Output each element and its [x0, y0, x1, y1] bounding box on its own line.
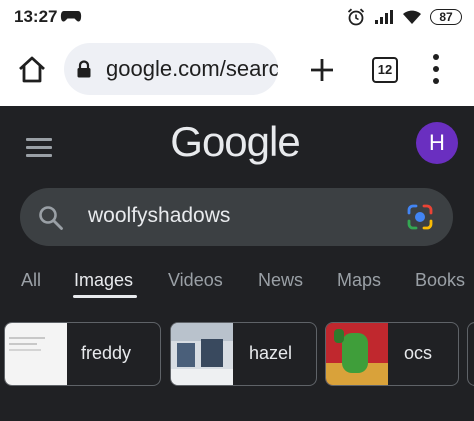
- browser-toolbar: google.com/search 12: [0, 34, 474, 106]
- tab-videos[interactable]: Videos: [168, 270, 223, 291]
- chip-label: freddy: [81, 343, 132, 363]
- avatar[interactable]: H: [416, 122, 458, 164]
- address-bar[interactable]: google.com/search: [64, 43, 278, 95]
- google-lens-icon[interactable]: [406, 203, 434, 231]
- tab-books[interactable]: Books: [415, 270, 465, 291]
- lock-icon: [77, 60, 91, 78]
- chip-label: ocs: [404, 343, 433, 363]
- search-input[interactable]: [88, 204, 388, 228]
- url-text[interactable]: google.com/search: [106, 56, 278, 82]
- plus-icon[interactable]: [306, 54, 338, 86]
- chip-ocs[interactable]: ocs: [325, 322, 459, 386]
- alarm-icon: [347, 8, 365, 26]
- status-time: 13:27: [14, 7, 58, 26]
- signal-icon: [375, 10, 393, 24]
- gamepad-icon: [60, 11, 82, 22]
- hamburger-menu-icon[interactable]: [26, 136, 52, 158]
- tab-maps[interactable]: Maps: [337, 270, 381, 291]
- chip-thumbnail: [5, 323, 67, 385]
- google-logo[interactable]: Google: [150, 118, 320, 166]
- status-bar: 13:27 87: [0, 0, 474, 34]
- chip-thumbnail: [171, 323, 233, 385]
- home-icon[interactable]: [16, 54, 48, 86]
- search-tabs: All Images Videos News Maps Books: [0, 264, 474, 304]
- search-box[interactable]: [20, 188, 453, 246]
- google-page: Google H All Images Videos News Maps Boo…: [0, 106, 474, 421]
- tabs-icon[interactable]: 12: [372, 57, 398, 83]
- chip-thumbnail: [326, 323, 388, 385]
- more-vert-icon[interactable]: [426, 52, 446, 86]
- chip-partial[interactable]: [467, 322, 474, 386]
- chip-hazel[interactable]: hazel: [170, 322, 317, 386]
- tab-news[interactable]: News: [258, 270, 303, 291]
- wifi-icon: [403, 10, 421, 24]
- related-chips: freddy hazel ocs: [0, 322, 474, 386]
- chip-label: hazel: [249, 343, 293, 363]
- tab-all[interactable]: All: [21, 270, 41, 291]
- battery-icon: 87: [430, 9, 462, 25]
- search-icon[interactable]: [38, 205, 64, 231]
- status-icons: 87: [346, 7, 462, 27]
- chip-freddy[interactable]: freddy: [4, 322, 161, 386]
- active-tab-indicator: [73, 295, 137, 298]
- tab-images[interactable]: Images: [74, 270, 133, 291]
